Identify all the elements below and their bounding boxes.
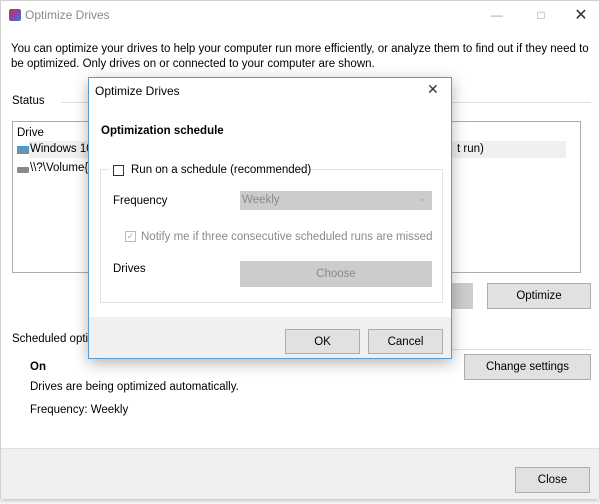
schedule-dialog: Optimize Drives ✕ Optimization schedule …	[88, 77, 452, 359]
dialog-heading: Optimization schedule	[101, 125, 224, 137]
choose-button[interactable]: Choose	[240, 261, 432, 287]
schedule-state: On	[30, 361, 46, 373]
change-settings-button[interactable]: Change settings	[464, 354, 591, 380]
chevron-down-icon: ⌄	[418, 193, 426, 203]
hdd-windows-icon	[17, 146, 29, 154]
drive-name[interactable]: \\?\Volume{6	[30, 162, 95, 174]
column-drive[interactable]: Drive	[17, 127, 44, 139]
notify-label: Notify me if three consecutive scheduled…	[141, 231, 433, 243]
optimize-button[interactable]: Optimize	[487, 283, 591, 309]
schedule-description: Drives are being optimized automatically…	[30, 381, 239, 393]
run-schedule-checkbox[interactable]	[113, 165, 124, 176]
close-window-button[interactable]: ✕	[561, 1, 600, 29]
minimize-button[interactable]: —	[477, 1, 517, 29]
dialog-footer: OK Cancel	[89, 317, 451, 358]
drive-name: Windows 10	[30, 143, 93, 155]
notify-checkbox[interactable]: ✓	[125, 231, 136, 242]
app-icon	[9, 9, 21, 21]
dialog-close-button[interactable]: ✕	[427, 81, 439, 98]
drives-label: Drives	[113, 263, 146, 275]
description: You can optimize your drives to help you…	[11, 43, 589, 70]
hdd-icon	[17, 167, 29, 173]
frequency-value: Weekly	[242, 194, 280, 206]
scheduled-label: Scheduled optim	[12, 333, 98, 345]
ok-button[interactable]: OK	[285, 329, 360, 354]
maximize-button[interactable]: □	[521, 1, 561, 29]
footer-bar: Close	[1, 448, 599, 499]
close-button[interactable]: Close	[515, 467, 590, 493]
frequency-label: Frequency	[113, 195, 168, 207]
cancel-button[interactable]: Cancel	[368, 329, 443, 354]
window-title: Optimize Drives	[25, 8, 110, 22]
row-trailing-text: t run)	[457, 143, 484, 155]
frequency-select[interactable]: Weekly ⌄	[240, 191, 432, 210]
schedule-frequency: Frequency: Weekly	[30, 404, 129, 416]
status-label: Status	[12, 95, 45, 107]
dialog-title: Optimize Drives	[95, 84, 180, 98]
run-schedule-label[interactable]: Run on a schedule (recommended)	[131, 164, 311, 176]
